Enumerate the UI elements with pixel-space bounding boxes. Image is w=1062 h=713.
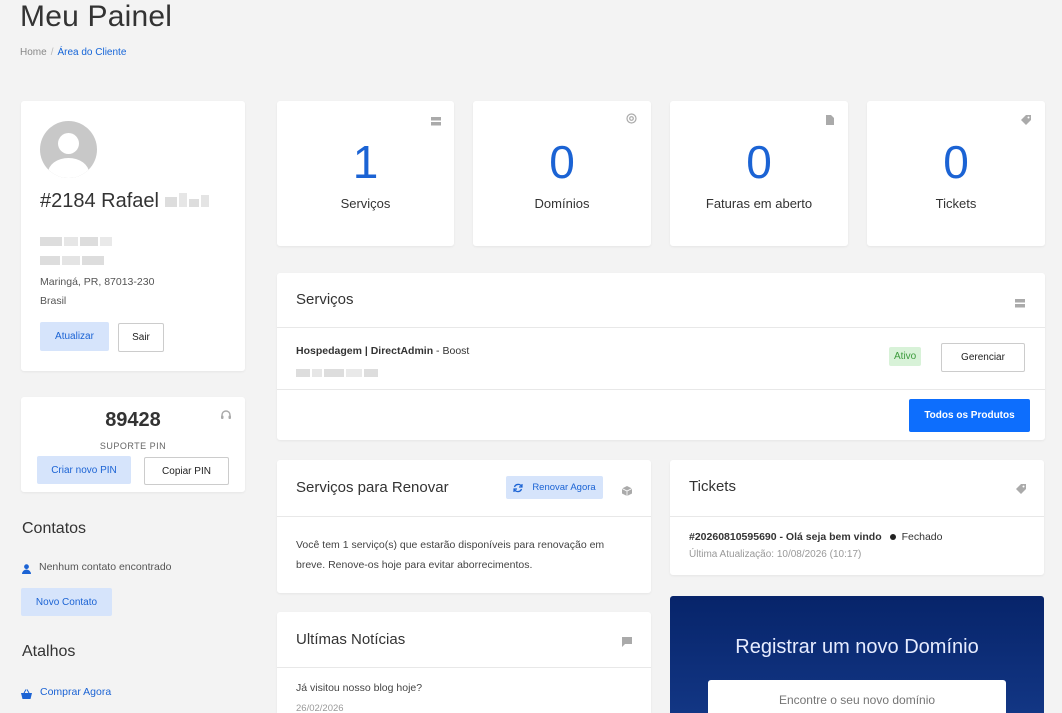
renew-now-button[interactable]: Renovar Agora — [506, 476, 603, 499]
stat-value: 0 — [943, 136, 969, 188]
buy-now-link[interactable]: Comprar Agora — [40, 686, 111, 698]
stat-tile-tickets[interactable]: 0 Tickets — [867, 101, 1045, 246]
basket-icon — [21, 686, 32, 704]
ticket-status: Fechado — [901, 531, 943, 543]
at-icon — [626, 111, 638, 124]
breadcrumb-home-link[interactable]: Home — [20, 47, 47, 58]
news-item-date: 26/02/2026 — [296, 703, 344, 713]
pin-value: 89428 — [105, 409, 161, 431]
panel-divider — [277, 327, 1045, 328]
domain-register-title: Registrar um novo Domínio — [735, 636, 979, 658]
renew-message-line-2: breve. Renove-os hoje para evitar aborre… — [296, 559, 533, 571]
stat-tile-invoices[interactable]: 0 Faturas em aberto — [670, 101, 848, 246]
all-products-button[interactable]: Todos os Produtos — [909, 399, 1030, 432]
ticket-item[interactable]: #20260810595690 - Olá seja bem vindo Fech… — [689, 531, 943, 543]
panel-divider — [277, 667, 651, 668]
support-pin-card: 89428 SUPORTE PIN Criar novo PIN Copiar … — [21, 397, 245, 492]
page-title: Meu Painel — [20, 0, 173, 33]
services-panel-title: Serviços — [296, 291, 354, 308]
news-item-title[interactable]: Já visitou nosso blog hoje? — [296, 680, 422, 696]
redacted-service-domain — [296, 364, 380, 382]
new-contact-button[interactable]: Novo Contato — [21, 588, 112, 616]
user-name: #2184 Rafael — [40, 190, 211, 213]
redacted-address-line-1 — [40, 237, 114, 249]
panel-divider — [277, 389, 1045, 390]
service-name[interactable]: Hospedagem | DirectAdmin - Boost — [296, 345, 469, 357]
no-contacts-text: Nenhum contato encontrado — [39, 561, 172, 573]
tag-icon — [1016, 481, 1028, 494]
renew-message-line-1: Você tem 1 serviço(s) que estarão dispon… — [296, 539, 605, 551]
copy-pin-button[interactable]: Copiar PIN — [144, 457, 229, 485]
avatar — [40, 121, 97, 178]
news-panel: Ultímas Notícias Já visitou nosso blog h… — [277, 612, 651, 713]
comment-icon — [622, 634, 634, 647]
tickets-panel-title: Tickets — [689, 478, 736, 495]
stat-value: 0 — [746, 136, 772, 188]
profile-card: #2184 Rafael Maringá, PR, 87013-230 Bras… — [21, 101, 245, 371]
pin-label: SUPORTE PIN — [99, 441, 167, 451]
user-icon — [22, 561, 31, 579]
redacted-address-line-2 — [40, 256, 106, 268]
document-icon — [826, 112, 838, 125]
logout-button[interactable]: Sair — [118, 323, 164, 352]
redacted-surname — [164, 190, 211, 213]
breadcrumb-separator: / — [50, 47, 54, 58]
server-icon — [431, 113, 443, 126]
tickets-panel: Tickets #20260810595690 - Olá seja bem v… — [670, 460, 1044, 575]
stat-label: Tickets — [935, 196, 977, 211]
box-icon — [621, 483, 634, 496]
stat-tile-domains[interactable]: 0 Domínios — [473, 101, 651, 246]
address-country: Brasil — [40, 295, 67, 307]
stat-label: Serviços — [340, 196, 391, 211]
address-city: Maringá, PR, 87013-230 — [40, 276, 155, 288]
news-panel-title: Ultímas Notícias — [296, 631, 406, 648]
panel-divider — [670, 516, 1044, 517]
server-icon — [1015, 295, 1027, 308]
renew-panel-title: Serviços para Renovar — [296, 479, 449, 496]
breadcrumb: Home / Área do Cliente — [20, 47, 126, 58]
stat-label: Faturas em aberto — [705, 196, 813, 211]
panel-divider — [277, 516, 651, 517]
domain-register-card: Registrar um novo Domínio — [670, 596, 1044, 713]
ticket-last-update: Última Atualização: 10/08/2026 (10:17) — [689, 549, 862, 560]
contacts-heading: Contatos — [22, 520, 87, 537]
stat-label: Domínios — [534, 196, 590, 211]
new-pin-button[interactable]: Criar novo PIN — [37, 456, 131, 484]
services-panel: Serviços Hospedagem | DirectAdmin - Boos… — [277, 273, 1045, 440]
stat-value: 1 — [352, 136, 379, 188]
shortcuts-heading: Atalhos — [22, 643, 76, 660]
stat-value: 0 — [549, 136, 575, 188]
domain-search-input[interactable] — [708, 680, 1006, 713]
update-profile-button[interactable]: Atualizar — [40, 322, 109, 351]
breadcrumb-current[interactable]: Área do Cliente — [57, 47, 126, 58]
stat-tile-services[interactable]: 1 Serviços — [277, 101, 454, 246]
manage-service-button[interactable]: Gerenciar — [941, 343, 1025, 372]
renew-panel: Serviços para Renovar Renovar Agora Você… — [277, 460, 651, 593]
status-dot — [889, 533, 896, 540]
refresh-icon — [513, 483, 523, 493]
status-badge: Ativo — [889, 347, 922, 366]
tag-icon — [1021, 112, 1033, 125]
